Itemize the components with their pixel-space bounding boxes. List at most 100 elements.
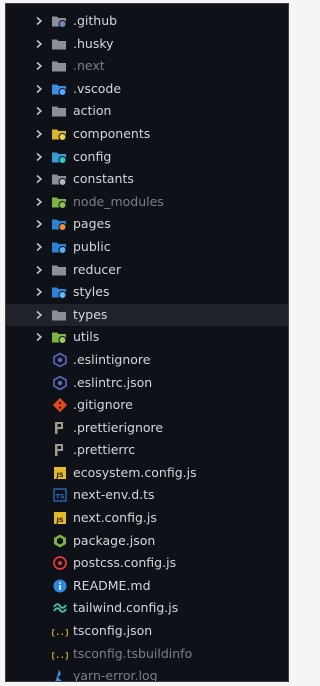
- folder-row[interactable]: types: [6, 303, 288, 327]
- file-row[interactable]: README.md: [6, 575, 288, 598]
- eslint-icon: [52, 375, 68, 391]
- folder-row[interactable]: constants: [6, 168, 288, 191]
- tailwind-icon: [52, 600, 68, 616]
- file-name: .eslintignore: [73, 351, 151, 367]
- chevron-right-icon[interactable]: [34, 106, 44, 116]
- chevron-right-icon[interactable]: [34, 39, 44, 49]
- vscode-folder-icon: [51, 81, 67, 97]
- file-row[interactable]: yarn-error.log: [6, 665, 288, 682]
- file-row[interactable]: TS next-env.d.ts: [6, 484, 288, 507]
- folder-name: public: [73, 238, 111, 254]
- file-row[interactable]: .gitignore: [6, 394, 288, 417]
- folder-row[interactable]: .next: [6, 55, 288, 78]
- file-row[interactable]: postcss.config.js: [6, 552, 288, 575]
- file-name: yarn-error.log: [73, 668, 158, 682]
- svg-text:{..}: {..}: [52, 628, 68, 637]
- folder-row[interactable]: .github: [6, 10, 288, 33]
- file-row[interactable]: tailwind.config.js: [6, 597, 288, 620]
- chevron-right-icon[interactable]: [34, 16, 44, 26]
- folder-icon: [51, 262, 67, 278]
- file-row[interactable]: package.json: [6, 530, 288, 553]
- file-row[interactable]: JS next.config.js: [6, 507, 288, 530]
- javascript-icon: JS: [52, 465, 68, 481]
- file-name: package.json: [73, 532, 156, 548]
- yarn-icon: [52, 668, 68, 681]
- folder-row[interactable]: components: [6, 123, 288, 146]
- javascript-icon: JS: [52, 510, 68, 526]
- folder-name: .husky: [73, 35, 114, 51]
- file-name: .gitignore: [73, 397, 133, 413]
- folder-row[interactable]: .vscode: [6, 78, 288, 101]
- json-braces-icon: {..}: [52, 623, 68, 639]
- file-row[interactable]: .prettierignore: [6, 417, 288, 440]
- pages-folder-icon: [51, 216, 67, 232]
- eslint-icon: [52, 352, 68, 368]
- chevron-right-icon[interactable]: [34, 287, 44, 297]
- folder-row[interactable]: config: [6, 146, 288, 169]
- file-name: tailwind.config.js: [73, 600, 179, 616]
- chevron-right-icon[interactable]: [34, 174, 44, 184]
- file-row[interactable]: JS ecosystem.config.js: [6, 462, 288, 485]
- file-name: postcss.config.js: [73, 555, 177, 571]
- file-explorer: .github .husky .next .vscode action component…: [5, 3, 289, 682]
- node-modules-folder-icon: [51, 194, 67, 210]
- postcss-icon: [52, 555, 68, 571]
- file-name: .eslintrc.json: [73, 374, 153, 390]
- file-name: tsconfig.json: [73, 623, 153, 639]
- file-row[interactable]: {..} tsconfig.tsbuildinfo: [6, 643, 288, 666]
- folder-icon: [51, 36, 67, 52]
- folder-row[interactable]: node_modules: [6, 191, 288, 214]
- file-name: tsconfig.tsbuildinfo: [73, 645, 193, 661]
- folder-name: reducer: [73, 261, 122, 277]
- chevron-right-icon[interactable]: [34, 197, 44, 207]
- chevron-right-icon[interactable]: [34, 61, 44, 71]
- folder-name: .next: [73, 58, 105, 74]
- folder-name: styles: [73, 284, 110, 300]
- utils-folder-icon: [51, 329, 67, 345]
- prettier-icon: [52, 420, 68, 436]
- folder-row[interactable]: public: [6, 236, 288, 259]
- file-name: next-env.d.ts: [73, 487, 155, 503]
- prettier-icon: [52, 442, 68, 458]
- folder-name: constants: [73, 171, 134, 187]
- git-icon: [52, 397, 68, 413]
- file-row[interactable]: .eslintrc.json: [6, 372, 288, 395]
- components-folder-icon: [51, 126, 67, 142]
- chevron-right-icon[interactable]: [34, 152, 44, 162]
- file-row[interactable]: .eslintignore: [6, 349, 288, 372]
- folder-name: node_modules: [73, 193, 164, 209]
- svg-text:{..}: {..}: [52, 651, 68, 660]
- info-icon: [52, 578, 68, 594]
- folder-row[interactable]: utils: [6, 326, 288, 349]
- folder-name: .github: [73, 13, 118, 28]
- json-braces-icon: {..}: [52, 646, 68, 662]
- folder-row[interactable]: reducer: [6, 259, 288, 282]
- file-name: README.md: [73, 577, 151, 593]
- chevron-right-icon[interactable]: [34, 332, 44, 342]
- folder-name: utils: [73, 329, 100, 345]
- github-folder-icon: [51, 13, 67, 29]
- svg-text:TS: TS: [55, 493, 64, 501]
- chevron-right-icon[interactable]: [34, 310, 44, 320]
- folder-name: .vscode: [73, 80, 122, 96]
- folder-row[interactable]: styles: [6, 281, 288, 304]
- chevron-right-icon[interactable]: [34, 265, 44, 275]
- file-tree: .github .husky .next .vscode action component…: [6, 10, 288, 682]
- file-row[interactable]: .prettierrc: [6, 439, 288, 462]
- file-row[interactable]: {..} tsconfig.json: [6, 620, 288, 643]
- chevron-right-icon[interactable]: [34, 219, 44, 229]
- folder-row[interactable]: .husky: [6, 33, 288, 56]
- typescript-def-icon: TS: [52, 487, 68, 503]
- chevron-right-icon[interactable]: [34, 84, 44, 94]
- chevron-right-icon[interactable]: [34, 129, 44, 139]
- chevron-right-icon[interactable]: [34, 242, 44, 252]
- folder-icon: [51, 58, 67, 74]
- styles-folder-icon: [51, 284, 67, 300]
- public-folder-icon: [51, 239, 67, 255]
- folder-name: components: [73, 125, 151, 141]
- nodejs-icon: [52, 533, 68, 549]
- svg-text:JS: JS: [55, 471, 63, 479]
- folder-row[interactable]: pages: [6, 213, 288, 236]
- svg-text:JS: JS: [55, 516, 63, 524]
- folder-row[interactable]: action: [6, 100, 288, 123]
